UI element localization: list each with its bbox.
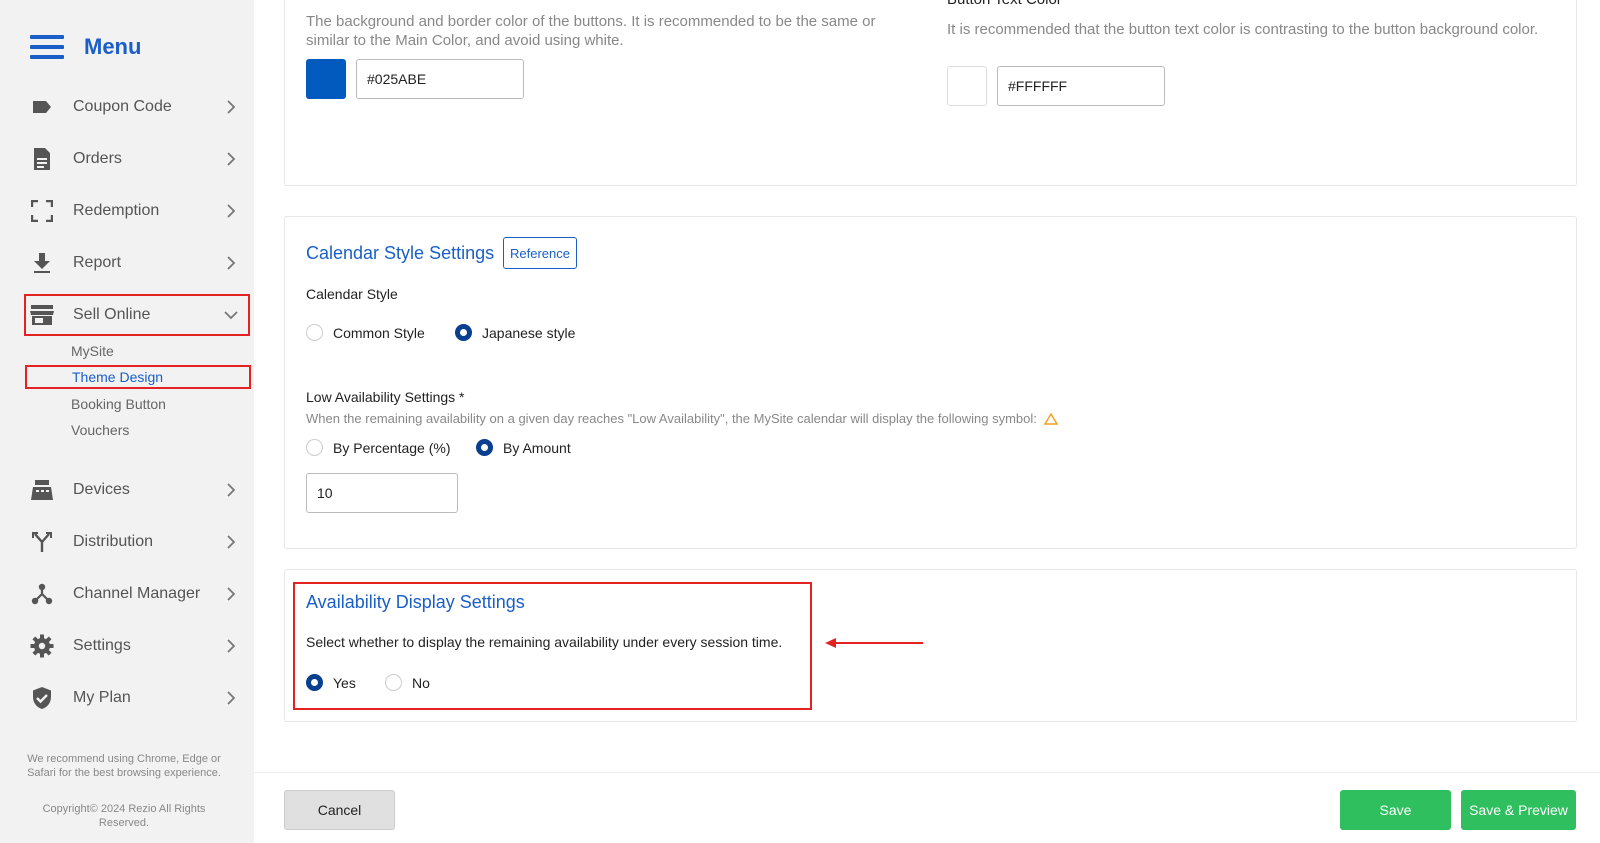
document-icon bbox=[30, 147, 54, 171]
button-text-color-input[interactable]: #FFFFFF bbox=[997, 66, 1165, 106]
chevron-right-icon bbox=[222, 98, 240, 116]
sidebar-subitem-booking-button[interactable]: Booking Button bbox=[25, 392, 251, 416]
radio-by-percentage[interactable]: By Percentage (%) bbox=[306, 439, 451, 456]
chevron-right-icon bbox=[222, 202, 240, 220]
sidebar-subitem-vouchers[interactable]: Vouchers bbox=[25, 418, 251, 442]
save-button[interactable]: Save bbox=[1340, 790, 1451, 830]
fork-icon bbox=[30, 530, 54, 554]
radio-by-amount[interactable]: By Amount bbox=[476, 439, 571, 456]
chevron-right-icon bbox=[222, 533, 240, 551]
sidebar: Menu Coupon Code Orders Redemption Repor… bbox=[0, 0, 254, 843]
sidebar-item-my-plan[interactable]: My Plan bbox=[24, 677, 250, 719]
sidebar-item-label: My Plan bbox=[73, 689, 131, 706]
shield-check-icon bbox=[30, 686, 54, 710]
button-text-color-description: It is recommended that the button text c… bbox=[947, 21, 1539, 38]
sidebar-item-label: Channel Manager bbox=[73, 585, 201, 602]
sidebar-item-coupon-code[interactable]: Coupon Code bbox=[24, 86, 250, 128]
gear-icon bbox=[30, 634, 54, 658]
radio-no[interactable]: No bbox=[385, 674, 430, 691]
chevron-right-icon bbox=[222, 150, 240, 168]
sidebar-item-distribution[interactable]: Distribution bbox=[24, 521, 250, 563]
radio-button-selected[interactable] bbox=[455, 324, 472, 341]
button-color-swatch[interactable] bbox=[306, 59, 346, 99]
cancel-button[interactable]: Cancel bbox=[284, 790, 395, 830]
sidebar-item-label: Orders bbox=[73, 150, 122, 167]
chevron-right-icon bbox=[222, 689, 240, 707]
sidebar-item-report[interactable]: Report bbox=[24, 242, 250, 284]
browser-recommendation: We recommend using Chrome, Edge or Safar… bbox=[27, 753, 221, 779]
low-availability-description-row: When the remaining availability on a giv… bbox=[306, 411, 1058, 426]
scan-frame-icon bbox=[30, 199, 54, 223]
low-availability-amount-input[interactable]: 10 bbox=[306, 473, 458, 513]
availability-display-card: Availability Display Settings Select whe… bbox=[284, 569, 1577, 722]
button-text-color-title: Button Text Color bbox=[947, 0, 1062, 8]
radio-button-selected[interactable] bbox=[306, 674, 323, 691]
sidebar-item-label: Distribution bbox=[73, 533, 154, 550]
arrow-left-icon bbox=[825, 636, 925, 654]
button-text-color-swatch[interactable] bbox=[947, 66, 987, 106]
chevron-down-icon bbox=[222, 306, 240, 324]
sidebar-item-label: Report bbox=[73, 254, 122, 271]
availability-display-description: Select whether to display the remaining … bbox=[306, 634, 783, 650]
footer-action-bar: Cancel Save Save & Preview bbox=[254, 772, 1600, 843]
sidebar-item-channel-manager[interactable]: Channel Manager bbox=[24, 573, 250, 615]
radio-button-selected[interactable] bbox=[476, 439, 493, 456]
radio-yes[interactable]: Yes bbox=[306, 674, 356, 691]
sidebar-subitem-theme-design[interactable]: Theme Design bbox=[25, 365, 251, 389]
menu-title: Menu bbox=[84, 34, 142, 59]
hamburger-icon[interactable] bbox=[30, 35, 64, 59]
sidebar-item-settings[interactable]: Settings bbox=[24, 625, 250, 667]
low-availability-description: When the remaining availability on a giv… bbox=[306, 411, 1037, 426]
calendar-settings-card: Calendar Style Settings Reference Calend… bbox=[284, 216, 1577, 549]
radio-button[interactable] bbox=[306, 439, 323, 456]
store-icon bbox=[30, 303, 54, 327]
radio-japanese-style[interactable]: Japanese style bbox=[455, 324, 575, 341]
copyright: Copyright© 2024 Rezio All Rights Reserve… bbox=[42, 803, 206, 829]
radio-button[interactable] bbox=[385, 674, 402, 691]
pos-terminal-icon bbox=[30, 478, 54, 502]
sidebar-item-label: Redemption bbox=[73, 202, 160, 219]
low-availability-title: Low Availability Settings * bbox=[306, 389, 465, 405]
download-icon bbox=[30, 251, 54, 275]
button-color-description: The background and border color of the b… bbox=[306, 13, 876, 49]
warning-triangle-icon bbox=[1043, 412, 1058, 425]
reference-button[interactable]: Reference bbox=[503, 237, 577, 269]
radio-button[interactable] bbox=[306, 324, 323, 341]
chevron-right-icon bbox=[222, 637, 240, 655]
sidebar-item-devices[interactable]: Devices bbox=[24, 469, 250, 511]
calendar-style-label: Calendar Style bbox=[306, 286, 398, 302]
sidebar-item-label: Devices bbox=[73, 481, 130, 498]
calendar-settings-title: Calendar Style Settings bbox=[306, 243, 495, 263]
sidebar-item-label: Coupon Code bbox=[73, 98, 172, 115]
sidebar-subitem-mysite[interactable]: MySite bbox=[25, 339, 251, 363]
menu-header: Menu bbox=[30, 32, 141, 62]
radio-common-style[interactable]: Common Style bbox=[306, 324, 425, 341]
sidebar-item-label: Settings bbox=[73, 637, 131, 654]
availability-display-title: Availability Display Settings bbox=[306, 592, 525, 612]
network-icon bbox=[30, 582, 54, 606]
chevron-right-icon bbox=[222, 254, 240, 272]
sidebar-item-orders[interactable]: Orders bbox=[24, 138, 250, 180]
save-preview-button[interactable]: Save & Preview bbox=[1461, 790, 1576, 830]
button-color-input[interactable]: #025ABE bbox=[356, 59, 524, 99]
sidebar-item-sell-online[interactable]: Sell Online bbox=[24, 294, 250, 336]
sidebar-item-label: Sell Online bbox=[73, 306, 151, 323]
tag-icon bbox=[30, 95, 54, 119]
button-colors-card: The background and border color of the b… bbox=[284, 0, 1577, 186]
chevron-right-icon bbox=[222, 585, 240, 603]
sidebar-item-redemption[interactable]: Redemption bbox=[24, 190, 250, 232]
chevron-right-icon bbox=[222, 481, 240, 499]
